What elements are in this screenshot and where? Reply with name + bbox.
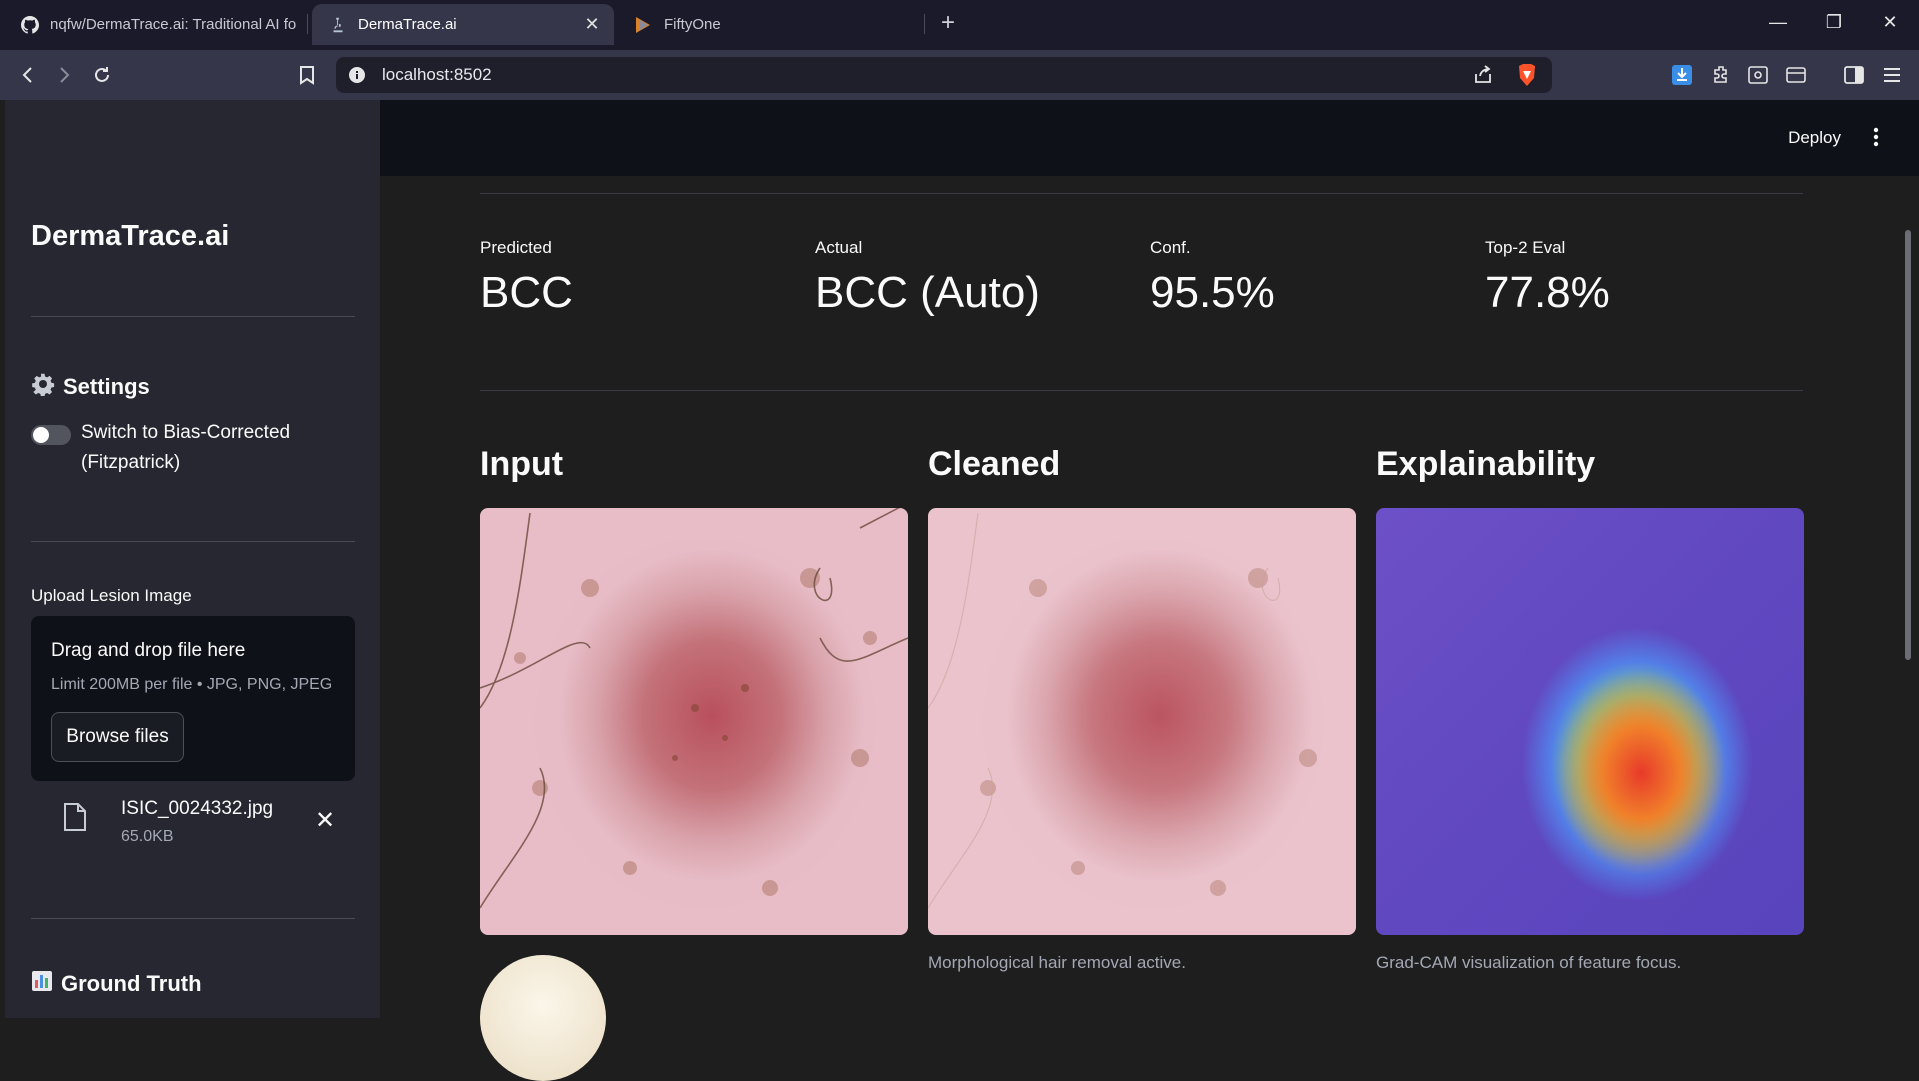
- bar-chart-icon: [31, 970, 53, 998]
- divider: [31, 316, 355, 317]
- browse-files-button[interactable]: Browse files: [51, 712, 184, 762]
- restore-window-icon[interactable]: ❐: [1820, 12, 1848, 33]
- panel-cleaned: Cleaned Morphological hair removal activ…: [928, 445, 1356, 972]
- panel-title: Input: [480, 445, 564, 483]
- file-icon: [63, 802, 87, 837]
- panel-title: Explainability: [1376, 445, 1596, 483]
- new-tab-button[interactable]: +: [936, 11, 960, 35]
- file-size: 65.0KB: [121, 828, 174, 845]
- toggle-knob: [33, 427, 49, 443]
- sidebar: DermaTrace.ai Settings Switch to Bias-Co…: [5, 100, 380, 1018]
- file-dropzone[interactable]: Drag and drop file here Limit 200MB per …: [31, 616, 355, 781]
- metric-label: Conf.: [1150, 238, 1191, 257]
- app-brand: DermaTrace.ai: [31, 220, 230, 252]
- scrollbar[interactable]: [1905, 230, 1911, 660]
- metric-label: Predicted: [480, 238, 552, 257]
- gradcam-heatmap: [1376, 508, 1804, 935]
- sidebar-panel-icon[interactable]: [1842, 63, 1866, 87]
- metric-top2-eval: Top-2 Eval 77.8%: [1485, 238, 1805, 318]
- remove-file-icon[interactable]: ✕: [313, 806, 337, 835]
- more-options-icon[interactable]: [1873, 126, 1879, 153]
- tab-title: FiftyOne: [664, 16, 721, 33]
- close-window-icon[interactable]: ✕: [1876, 12, 1904, 33]
- back-icon[interactable]: [16, 63, 40, 87]
- tab-dermatrace[interactable]: DermaTrace.ai ✕: [312, 4, 614, 45]
- gradcam-image: [1376, 508, 1804, 935]
- panel-caption: Grad-CAM visualization of feature focus.: [1376, 953, 1682, 972]
- app-header: Deploy: [380, 100, 1919, 176]
- bookmark-icon[interactable]: [295, 63, 319, 87]
- address-bar[interactable]: localhost:8502: [336, 57, 1552, 93]
- github-icon: [20, 15, 40, 35]
- bias-corrected-toggle[interactable]: [31, 425, 71, 445]
- tab-separator: [924, 14, 925, 34]
- close-icon[interactable]: ✕: [582, 14, 602, 35]
- panel-input: Input: [480, 445, 908, 935]
- metric-value: 95.5%: [1150, 268, 1275, 317]
- tab-github[interactable]: nqfw/DermaTrace.ai: Traditional AI fo: [4, 4, 304, 45]
- upload-label: Upload Lesion Image: [31, 586, 192, 605]
- fiftyone-icon: [634, 15, 654, 35]
- ground-truth-heading: Ground Truth: [31, 970, 202, 998]
- cleaned-image: [928, 508, 1356, 935]
- tab-separator: [307, 14, 308, 34]
- main-content: Deploy Predicted BCC Actual BCC (Auto) C…: [380, 100, 1919, 1081]
- browser-toolbar: localhost:8502: [0, 50, 1919, 100]
- url-text: localhost:8502: [382, 65, 492, 84]
- downloads-icon[interactable]: [1670, 63, 1694, 87]
- metric-label: Actual: [815, 238, 863, 257]
- settings-heading: Settings: [31, 372, 150, 402]
- metric-value: 77.8%: [1485, 268, 1610, 317]
- metric-predicted: Predicted BCC: [480, 238, 800, 318]
- settings-heading-text: Settings: [63, 374, 150, 399]
- ground-truth-heading-text: Ground Truth: [61, 971, 202, 996]
- divider: [480, 193, 1803, 194]
- microscope-icon: [328, 15, 348, 35]
- gear-icon: [31, 372, 55, 402]
- panel-caption: Morphological hair removal active.: [928, 953, 1186, 972]
- result-circle: [480, 955, 606, 1081]
- metric-label: Top-2 Eval: [1485, 238, 1566, 257]
- divider: [480, 390, 1803, 391]
- tab-title: nqfw/DermaTrace.ai: Traditional AI fo: [50, 16, 297, 33]
- dropzone-title: Drag and drop file here: [51, 640, 246, 661]
- reload-icon[interactable]: [90, 63, 114, 87]
- minimize-window-icon[interactable]: —: [1764, 12, 1792, 33]
- metric-value: BCC (Auto): [815, 268, 1040, 317]
- tab-fiftyone[interactable]: FiftyOne: [618, 4, 918, 45]
- tab-title: DermaTrace.ai: [358, 16, 457, 33]
- dropzone-limit: Limit 200MB per file • JPG, PNG, JPEG: [51, 676, 333, 693]
- menu-icon[interactable]: [1880, 63, 1904, 87]
- bias-corrected-toggle-label[interactable]: Switch to Bias-Corrected (Fitzpatrick): [81, 418, 331, 478]
- site-info-icon[interactable]: [348, 66, 366, 89]
- metric-value: BCC: [480, 268, 573, 317]
- share-icon[interactable]: [1472, 64, 1494, 91]
- browser-tab-bar: nqfw/DermaTrace.ai: Traditional AI fo De…: [0, 0, 1919, 50]
- metric-actual: Actual BCC (Auto): [815, 238, 1135, 318]
- divider: [31, 541, 355, 542]
- forward-icon[interactable]: [52, 63, 76, 87]
- divider: [31, 918, 355, 919]
- brave-shield-icon[interactable]: [1516, 63, 1538, 92]
- input-image: [480, 508, 908, 935]
- panel-explainability: Explainability Grad-CAM visualization of…: [1376, 445, 1804, 972]
- file-name: ISIC_0024332.jpg: [121, 798, 274, 819]
- deploy-button[interactable]: Deploy: [1788, 128, 1841, 148]
- wallet-icon[interactable]: [1784, 63, 1808, 87]
- extensions-icon[interactable]: [1710, 63, 1734, 87]
- metric-confidence: Conf. 95.5%: [1150, 238, 1470, 318]
- reader-icon[interactable]: [1746, 63, 1770, 87]
- panel-title: Cleaned: [928, 445, 1061, 483]
- uploaded-file-row: ISIC_0024332.jpg 65.0KB ✕: [31, 790, 355, 860]
